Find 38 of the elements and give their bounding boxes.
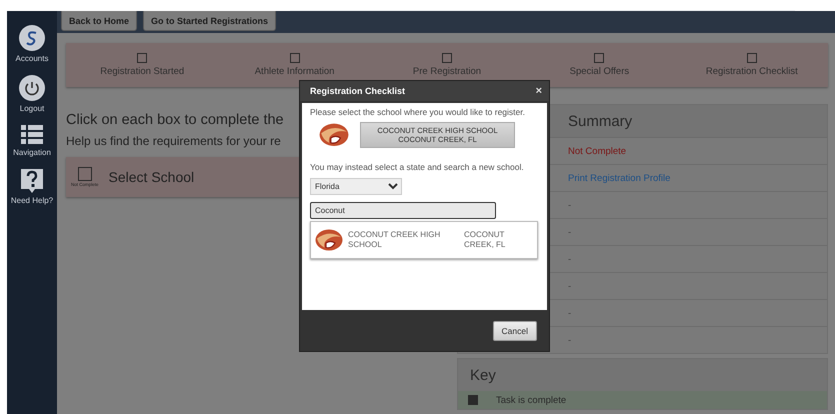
checkbox[interactable] [290,53,300,63]
summary-text: - [568,254,572,264]
sidebar-label[interactable]: Navigation [13,148,51,157]
checkbox[interactable] [442,53,452,63]
checkbox[interactable] [746,53,757,63]
summary-text: - [568,334,572,346]
summary-text: - [568,308,572,318]
sidebar-label[interactable]: Logout [20,104,44,113]
nav-button[interactable]: Go to Started Registrations [143,11,276,31]
search-result[interactable]: COCONUT CREEK HIGH SCHOOL COCONUT CREEK, FL [310,221,538,259]
dialog-title: Registration Checklist [310,86,406,96]
list-icon[interactable] [21,125,43,145]
panel-title: Summary [568,112,632,130]
sidebar-label[interactable]: Accounts [16,54,48,63]
task-title: Select School [108,169,194,185]
summary-text: - [568,280,572,292]
mascot-logo-icon [314,228,344,252]
nav-button[interactable]: Back to Home [61,11,138,31]
mascot-logo-icon [318,122,350,148]
key-text: Task is complete [496,394,566,406]
summary-text: - [568,200,572,210]
cancel-button[interactable]: Cancel [492,320,537,340]
search-field[interactable]: Coconut [310,202,496,219]
heading: Click on each box to complete the [66,112,284,128]
help-icon[interactable] [21,169,43,193]
prompt-text: Please select the school where you would like to register. [310,107,526,117]
state-select[interactable]: Florida [310,178,402,195]
subheading: Help us find the requirements for your re [66,134,281,148]
sidebar-label[interactable]: Need Help? [10,196,54,205]
checkbox[interactable] [594,53,604,63]
logo-icon[interactable] [19,25,45,51]
summary-text: - [568,226,572,238]
checkbox[interactable] [137,53,148,63]
summary-text: Not Complete [568,146,626,156]
panel-title: Key [470,366,496,384]
close-button[interactable]: × [536,85,542,97]
power-icon[interactable] [19,75,45,101]
checkbox[interactable] [78,167,92,181]
